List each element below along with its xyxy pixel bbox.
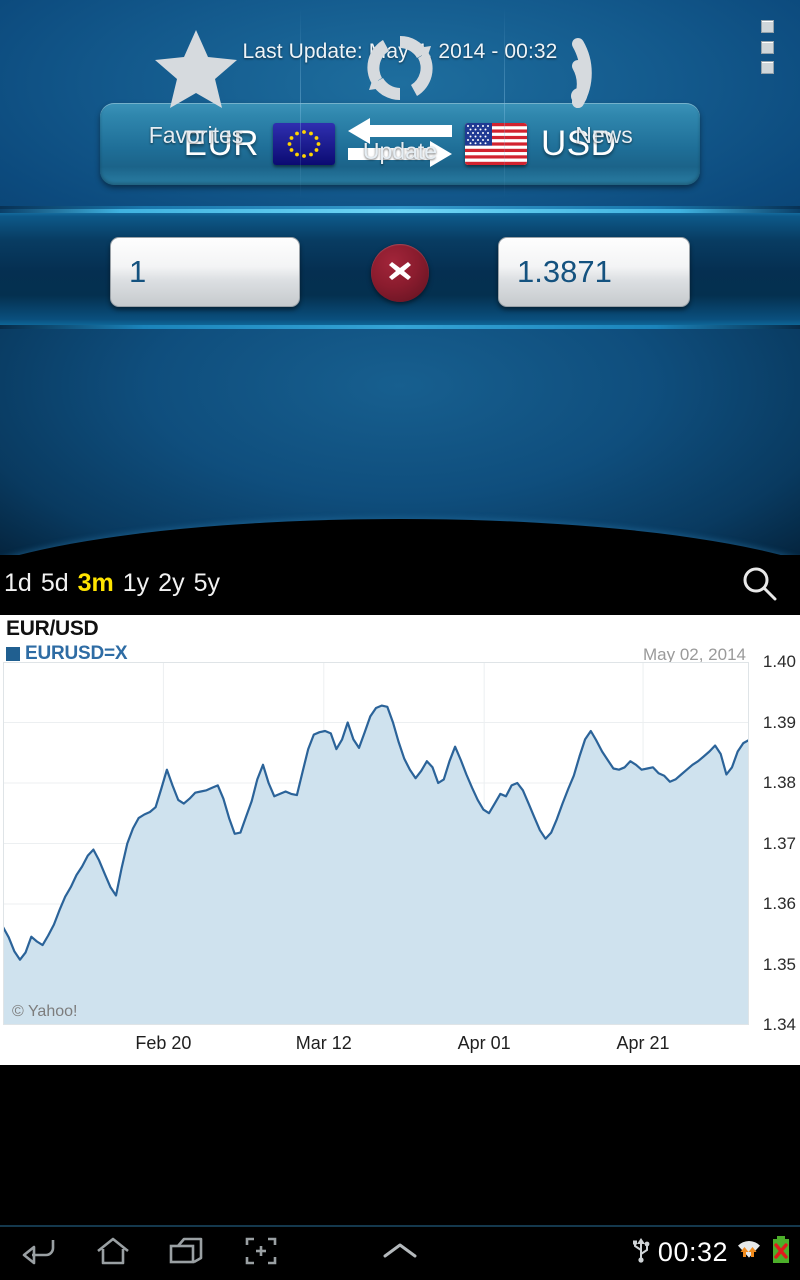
news-button[interactable]: News	[504, 0, 704, 200]
update-button[interactable]: Update	[300, 0, 500, 200]
y-tick-1.35: 1.35	[762, 954, 796, 974]
amount-input[interactable]: 1	[110, 237, 300, 307]
chart-x-axis: Feb 20 Mar 12 Apr 01 Apr 21	[0, 1033, 752, 1063]
chart-title: EUR/USD	[6, 617, 99, 640]
y-tick-1.34: 1.34	[762, 1015, 796, 1034]
back-button[interactable]	[12, 1232, 66, 1274]
search-icon	[740, 564, 780, 609]
chart-search-button[interactable]	[732, 563, 788, 609]
chart-y-axis: 1.40 1.39 1.38 1.37 1.36 1.35 1.34	[750, 652, 798, 1034]
y-tick-1.37: 1.37	[762, 833, 796, 853]
legend-swatch	[6, 647, 20, 661]
expand-button[interactable]	[373, 1232, 427, 1274]
news-label: News	[575, 122, 633, 148]
range-option-1d[interactable]: 1d	[4, 569, 32, 598]
range-option-2y[interactable]: 2y	[158, 569, 184, 598]
action-row	[0, 329, 800, 555]
chart-svg	[1, 661, 751, 1026]
wifi-icon	[735, 1235, 763, 1270]
screenshot-icon	[245, 1236, 277, 1271]
android-navigation-bar: 00:32	[0, 1225, 800, 1280]
recents-icon	[169, 1236, 205, 1271]
converted-amount-output[interactable]: 1.3871	[498, 237, 690, 307]
favorites-button[interactable]: Favorites	[96, 0, 296, 200]
y-tick-1.38: 1.38	[762, 773, 796, 792]
app-root: Last Update: May 4, 2014 - 00:32 EUR USD…	[0, 0, 800, 1280]
x-tick-Apr-01: Apr 01	[457, 1033, 511, 1053]
status-clock: 00:32	[657, 1237, 728, 1267]
y-tick-1.39: 1.39	[762, 712, 796, 732]
home-button[interactable]	[86, 1232, 140, 1274]
update-label: Update	[362, 138, 438, 164]
rss-icon	[562, 0, 646, 110]
x-tick-Apr-21: Apr 21	[616, 1033, 670, 1053]
action-divider-right	[504, 8, 505, 198]
chart-attribution: © Yahoo!	[12, 1003, 78, 1020]
y-tick-1.36: 1.36	[762, 894, 796, 913]
range-option-3m[interactable]: 3m	[78, 569, 114, 598]
chart-range-bar: 1d 5d 3m 1y 2y 5y	[0, 555, 800, 615]
range-option-1y[interactable]: 1y	[123, 569, 149, 598]
back-icon	[22, 1236, 56, 1271]
home-icon	[95, 1236, 131, 1271]
star-icon	[153, 0, 239, 110]
range-options: 1d 5d 3m 1y 2y 5y	[4, 569, 220, 598]
clear-amount-button[interactable]	[371, 244, 429, 302]
status-area[interactable]: 00:32	[631, 1225, 792, 1280]
overflow-dot-1	[760, 20, 774, 33]
recents-button[interactable]	[160, 1232, 214, 1274]
close-icon	[385, 256, 415, 291]
range-option-5y[interactable]: 5y	[194, 569, 220, 598]
refresh-icon	[358, 0, 442, 110]
x-tick-Feb-20: Feb 20	[135, 1033, 192, 1053]
usb-icon	[631, 1236, 651, 1269]
chevron-up-icon	[380, 1239, 420, 1268]
range-option-5d[interactable]: 5d	[41, 569, 69, 598]
screenshot-button[interactable]	[234, 1232, 288, 1274]
x-tick-Mar-12: Mar 12	[295, 1033, 352, 1053]
chart-plot-area	[1, 661, 751, 1026]
y-tick-1.40: 1.40	[762, 652, 796, 671]
action-divider-left	[300, 8, 301, 198]
battery-error-icon	[770, 1235, 792, 1270]
favorites-label: Favorites	[148, 122, 244, 148]
price-chart[interactable]: EUR/USD EURUSD=X May 02, 2014 1.40 1.39 1.…	[0, 615, 800, 1065]
